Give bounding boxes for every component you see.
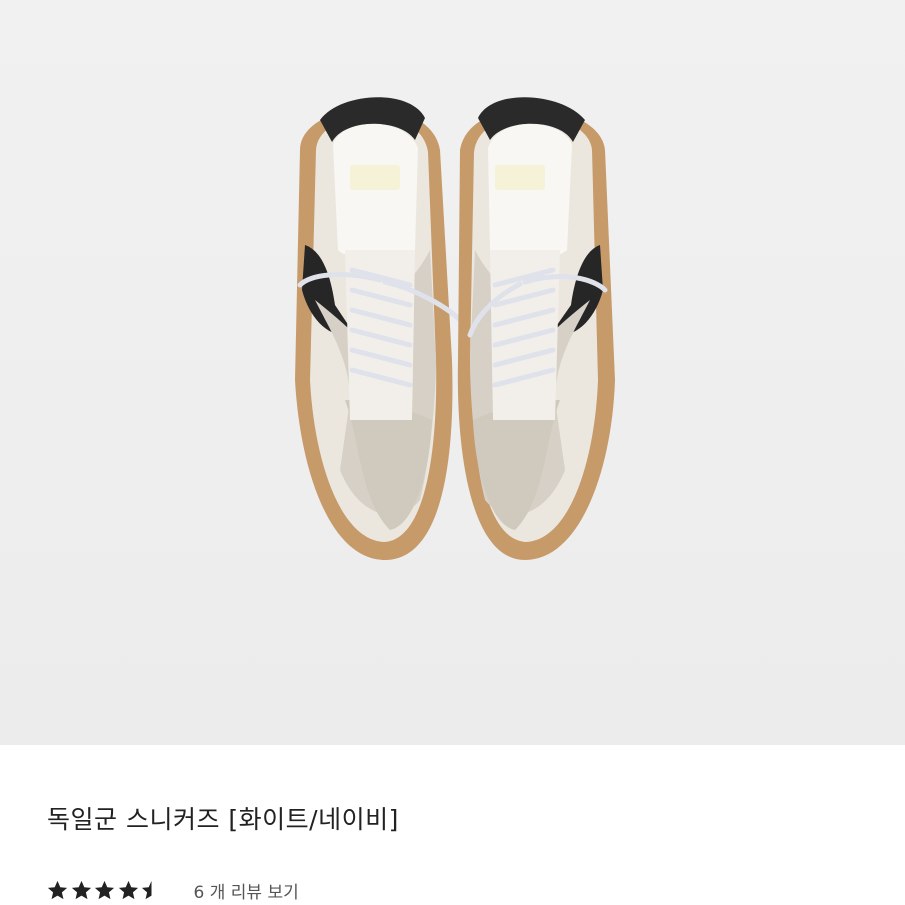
right-shoe [457,97,615,561]
sneakers-illustration [0,0,905,745]
view-reviews-link[interactable]: 6 개 리뷰 보기 [194,878,299,903]
rating-row: 6 개 리뷰 보기 [46,876,299,904]
star-rating [46,879,164,902]
star-half-icon [141,880,152,899]
star-full-icon [47,880,68,899]
left-shoe [295,97,463,560]
star-full-icon [118,880,138,899]
product-image[interactable] [0,0,905,745]
star-full-icon [71,880,91,899]
star-full-icon [94,880,115,899]
product-title: 독일군 스니커즈 [화이트/네이비] [47,805,399,834]
